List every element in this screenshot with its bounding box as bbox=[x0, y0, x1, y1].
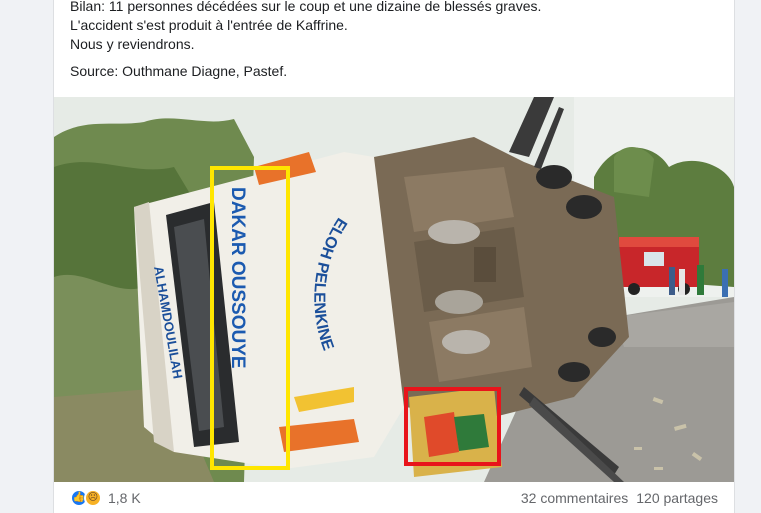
engagement-counts: 32 commentaires 120 partages bbox=[521, 490, 734, 506]
post-source-line: Source: Outhmane Diagne, Pastef. bbox=[70, 63, 288, 79]
shares-count-link[interactable]: 120 partages bbox=[636, 490, 718, 506]
bus-route-text: DAKAR OUSSOUYE bbox=[227, 187, 248, 369]
reactions-summary[interactable]: 👍 ☹ 1,8 K bbox=[54, 488, 141, 507]
accident-photo: ALHAMDOULILAH DAKAR OUSSOUYE ELOH PELENK… bbox=[54, 97, 734, 482]
post-text: Bilan: 11 personnes décédées sur le coup… bbox=[70, 0, 710, 81]
post-text-line: L'accident s'est produit à l'entrée de K… bbox=[70, 17, 348, 33]
comments-count-link[interactable]: 32 commentaires bbox=[521, 490, 628, 506]
facebook-post: Bilan: 11 personnes décédées sur le coup… bbox=[53, 0, 735, 513]
post-text-line: Nous y reviendrons. bbox=[70, 36, 195, 52]
post-photo[interactable]: ALHAMDOULILAH DAKAR OUSSOUYE ELOH PELENK… bbox=[54, 97, 734, 482]
reaction-bar: 👍 ☹ 1,8 K 32 commentaires 120 partages bbox=[54, 482, 734, 513]
reaction-count[interactable]: 1,8 K bbox=[108, 490, 141, 506]
post-text-line: Bilan: 11 personnes décédées sur le coup… bbox=[70, 0, 542, 14]
sad-icon[interactable]: ☹ bbox=[84, 488, 102, 507]
